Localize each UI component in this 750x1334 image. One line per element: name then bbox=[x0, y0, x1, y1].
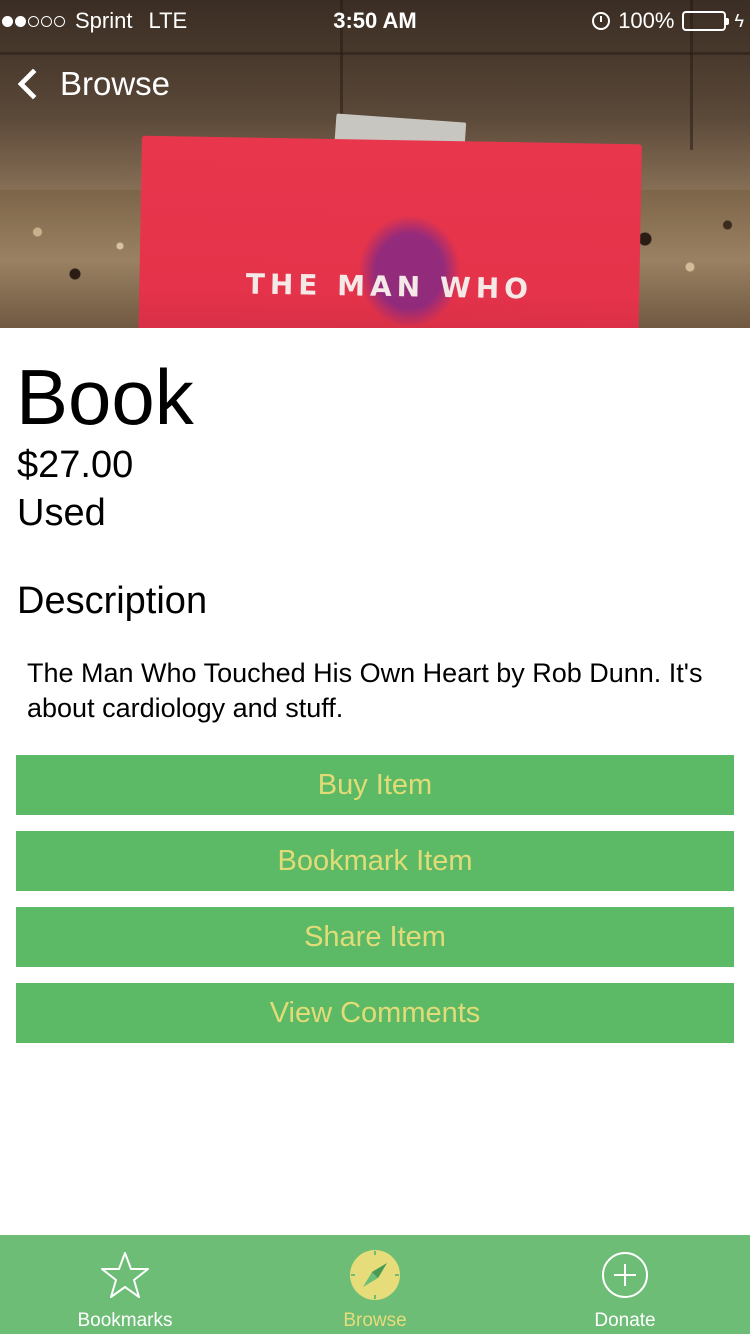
compass-icon bbox=[349, 1249, 401, 1301]
item-price: $27.00 bbox=[17, 444, 134, 486]
bookmark-item-button[interactable]: Bookmark Item bbox=[16, 831, 734, 891]
tab-browse[interactable]: Browse bbox=[250, 1235, 500, 1334]
heart-illustration bbox=[348, 204, 471, 327]
item-condition: Used bbox=[17, 492, 106, 534]
tab-label: Browse bbox=[343, 1310, 407, 1331]
charging-bolt-icon: ϟ bbox=[734, 10, 744, 31]
alarm-icon bbox=[592, 12, 611, 30]
book-cover: THE MAN WHO bbox=[138, 135, 642, 328]
description-text: The Man Who Touched His Own Heart by Rob… bbox=[27, 658, 703, 723]
star-icon bbox=[100, 1249, 150, 1301]
plus-circle-icon bbox=[600, 1249, 650, 1301]
back-button[interactable]: Browse bbox=[14, 60, 170, 108]
tab-bar: Bookmarks Browse Donate bbox=[0, 1235, 750, 1334]
book-cover-text: THE MAN WHO bbox=[245, 267, 534, 306]
share-item-button[interactable]: Share Item bbox=[16, 907, 734, 967]
item-photo: THE MAN WHO bbox=[0, 0, 750, 328]
tab-label: Bookmarks bbox=[77, 1310, 173, 1331]
view-comments-button[interactable]: View Comments bbox=[16, 983, 734, 1043]
battery-percent: 100% bbox=[618, 8, 675, 33]
chevron-left-icon bbox=[17, 68, 49, 100]
buy-item-button[interactable]: Buy Item bbox=[16, 755, 734, 815]
battery-icon bbox=[682, 11, 730, 31]
item-title: Book bbox=[16, 353, 194, 441]
back-label: Browse bbox=[60, 65, 171, 102]
status-right: 100% ϟ bbox=[592, 8, 744, 34]
description-heading: Description bbox=[17, 580, 208, 622]
tab-label: Donate bbox=[594, 1310, 656, 1331]
tab-bookmarks[interactable]: Bookmarks bbox=[0, 1235, 250, 1334]
tab-donate[interactable]: Donate bbox=[500, 1235, 750, 1334]
status-bar: Sprint LTE 3:50 AM 100% ϟ bbox=[0, 0, 750, 40]
